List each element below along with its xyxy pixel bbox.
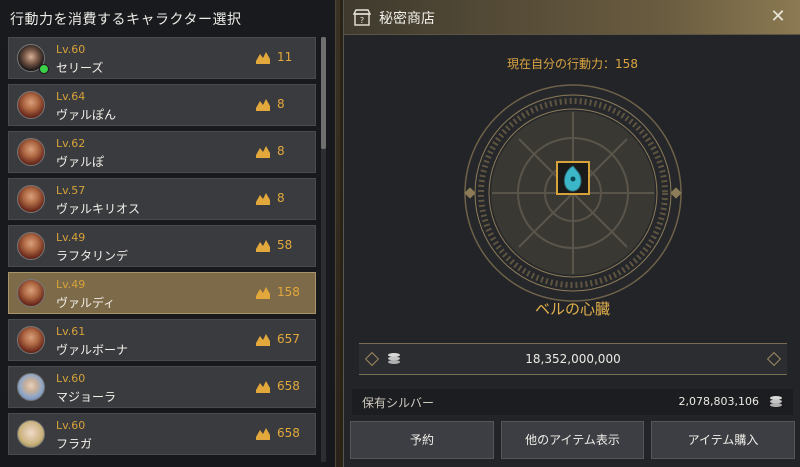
character-level: Lv.57 [56,184,86,197]
avatar [17,232,45,260]
character-name: ヴァルぽ [56,155,105,169]
energy-icon [256,52,270,64]
avatar [17,138,45,166]
show-other-items-button[interactable]: 他のアイテム表示 [501,421,644,459]
character-name: セリーズ [56,61,104,75]
character-level: Lv.64 [56,90,86,103]
reserve-button[interactable]: 予約 [350,421,494,459]
energy-icon [256,428,270,440]
avatar [17,91,45,119]
owned-silver-row: 保有シルバー 2,078,803,106 [352,389,793,415]
character-level: Lv.61 [56,325,86,338]
energy-icon [256,240,270,252]
current-action-points: 現在自分の行動力：158 [344,55,800,72]
list-scrollbar[interactable] [321,37,326,462]
action-points: 657 [277,332,300,346]
energy-icon [256,381,270,393]
character-level: Lv.49 [56,231,86,244]
character-select-panel: 行動力を消費するキャラクター選択 Lv.60 セリーズ 11 Lv.64 ヴァル… [0,0,336,467]
character-level: Lv.60 [56,372,86,385]
price-bar: 18,352,000,000 [359,343,787,375]
close-icon[interactable]: ✕ [767,6,789,28]
puzzle-dial [464,84,682,302]
silver-coin-icon [770,396,782,407]
character-row[interactable]: Lv.64 ヴァルぽん 8 [8,84,316,126]
character-row[interactable]: Lv.60 フラガ 658 [8,413,316,455]
shop-title: 秘密商店 [379,11,435,27]
action-points: 8 [277,97,285,111]
energy-icon [256,287,270,299]
character-name: ラフタリンデ [56,249,129,263]
secret-shop-panel: ? 秘密商店 ✕ 現在自分の行動力：158 ベルの心臓 18,352,000,0… [343,0,800,467]
avatar [17,185,45,213]
avatar [17,373,45,401]
current-ap-label: 現在自分の行動力：158 [507,57,638,71]
character-row[interactable]: Lv.61 ヴァルボーナ 657 [8,319,316,361]
item-name: ベルの心臓 [534,300,610,318]
character-name: ヴァルぽん [56,108,117,122]
energy-icon [256,334,270,346]
item-price: 18,352,000,000 [525,352,621,366]
action-points: 8 [277,191,285,205]
character-name: ヴァルディ [56,296,116,310]
shop-header: ? 秘密商店 ✕ [344,0,800,35]
action-points: 158 [277,285,300,299]
panel-title: 行動力を消費するキャラクター選択 [10,12,242,28]
character-level: Lv.60 [56,43,86,56]
shop-icon: ? [352,9,372,26]
energy-icon [256,193,270,205]
owned-silver-value: 2,078,803,106 [678,395,759,408]
avatar [17,420,45,448]
action-points: 8 [277,144,285,158]
character-name: ヴァルキリオス [56,202,141,216]
character-row-selected[interactable]: Lv.49 ヴァルディ 158 [8,272,316,314]
character-row[interactable]: Lv.62 ヴァルぽ 8 [8,131,316,173]
owned-silver-label: 保有シルバー [362,396,435,410]
character-level: Lv.62 [56,137,86,150]
character-level: Lv.49 [56,278,86,291]
action-points: 658 [277,379,300,393]
avatar [17,279,45,307]
avatar [17,326,45,354]
purchase-item-button[interactable]: アイテム購入 [651,421,795,459]
energy-icon [256,146,270,158]
character-name: マジョーラ [56,390,117,404]
character-level: Lv.60 [56,419,86,432]
character-list: Lv.60 セリーズ 11 Lv.64 ヴァルぽん 8 Lv.62 ヴァルぽ 8… [8,37,320,467]
action-points: 658 [277,426,300,440]
svg-text:?: ? [360,16,364,25]
action-points: 58 [277,238,293,252]
character-name: ヴァルボーナ [56,343,129,357]
character-row[interactable]: Lv.57 ヴァルキリオス 8 [8,178,316,220]
character-row[interactable]: Lv.60 マジョーラ 658 [8,366,316,408]
character-name: フラガ [56,437,93,451]
action-points: 11 [277,50,293,64]
energy-icon [256,99,270,111]
scroll-thumb[interactable] [321,37,326,149]
online-status-dot [39,64,49,74]
character-row[interactable]: Lv.60 セリーズ 11 [8,37,316,79]
character-row[interactable]: Lv.49 ラフタリンデ 58 [8,225,316,267]
